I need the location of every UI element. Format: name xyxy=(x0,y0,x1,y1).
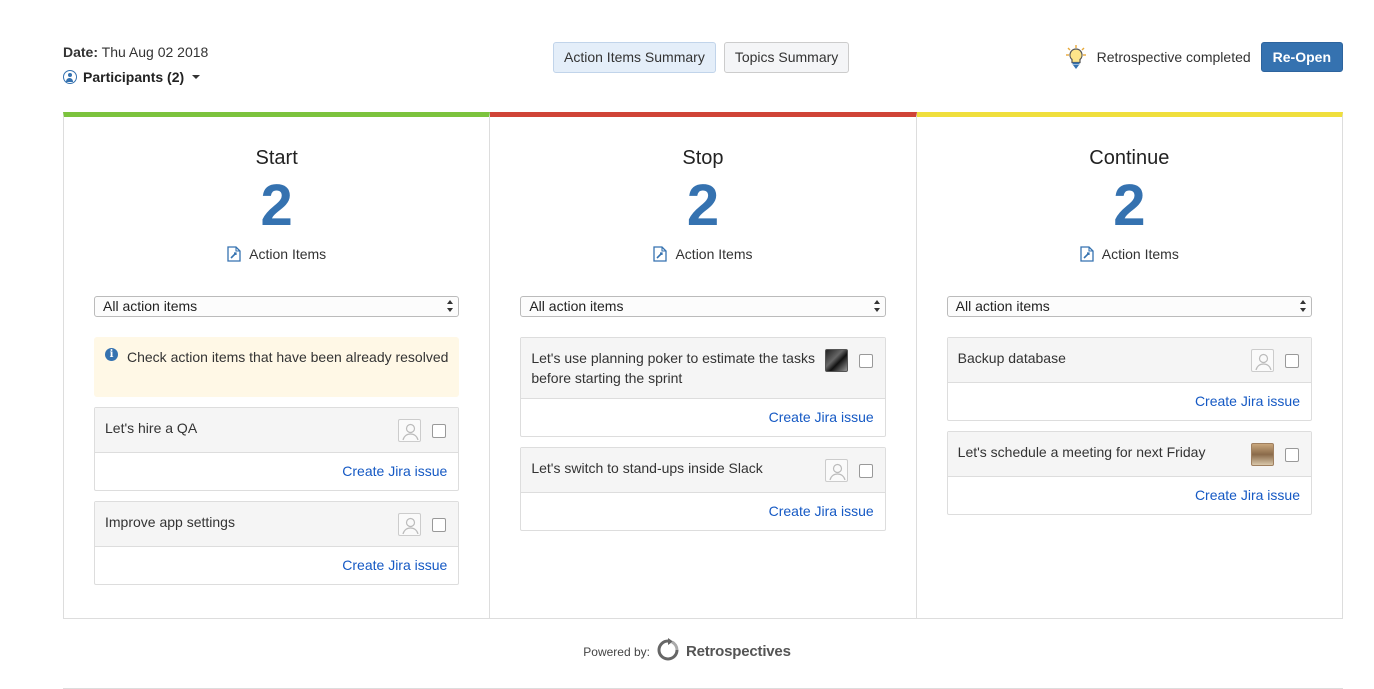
date-value: Thu Aug 02 2018 xyxy=(101,44,209,60)
resolved-checkbox[interactable] xyxy=(432,518,447,532)
participants-label: Participants (2) xyxy=(83,69,185,85)
action-item-text: Let's switch to stand-ups inside Slack xyxy=(531,460,763,476)
create-jira-issue-link[interactable]: Create Jira issue xyxy=(1195,487,1300,503)
chevron-down-icon xyxy=(192,75,201,79)
action-items-filter-select[interactable]: All action items xyxy=(94,296,460,317)
powered-by-label: Powered by: xyxy=(583,644,650,659)
retro-status: Retrospective completed Re-Open xyxy=(1065,42,1343,72)
action-item-footer: Create Jira issue xyxy=(95,453,458,490)
info-message-text: Check action items that have been alread… xyxy=(127,349,449,365)
action-items-filter-select[interactable]: All action items xyxy=(520,296,886,317)
status-text: Retrospective completed xyxy=(1096,49,1251,65)
assignee-avatar[interactable] xyxy=(1250,443,1274,466)
action-item-card: Let's use planning poker to estimate the… xyxy=(520,337,886,437)
action-item-card: Let's schedule a meeting for next Friday… xyxy=(946,431,1312,515)
column-subtitle: Action Items xyxy=(917,246,1342,262)
action-item-footer: Create Jira issue xyxy=(95,547,458,584)
action-item-header: Let's schedule a meeting for next Friday xyxy=(947,432,1311,477)
action-items-list: i Check action items that have been alre… xyxy=(94,337,460,595)
filter-selected-value: All action items xyxy=(955,298,1050,314)
select-arrows-icon xyxy=(447,300,454,312)
column-title: Continue xyxy=(1089,147,1170,169)
action-item-card: Let's switch to stand-ups inside Slack C… xyxy=(520,447,886,531)
footer: Powered by: Retrospectives xyxy=(0,638,1374,665)
topics-summary-button[interactable]: Topics Summary xyxy=(723,42,850,73)
action-item-text: Backup database xyxy=(957,350,1066,366)
select-arrows-icon xyxy=(873,300,880,312)
create-jira-issue-link[interactable]: Create Jira issue xyxy=(342,557,447,573)
column-subtitle-label: Action Items xyxy=(249,246,327,262)
assignee-avatar[interactable] xyxy=(824,349,848,372)
user-circle-icon xyxy=(63,70,77,84)
column-start: Start 2 Action Items All action items i … xyxy=(63,112,491,619)
column-title: Start xyxy=(255,147,298,169)
unassigned-avatar-icon[interactable] xyxy=(398,419,422,442)
action-items-filter-select[interactable]: All action items xyxy=(946,296,1312,317)
lightbulb-icon xyxy=(1065,44,1087,70)
action-item-card: Backup database Create Jira issue xyxy=(946,337,1312,421)
select-arrows-icon xyxy=(1299,300,1306,312)
resolved-checkbox[interactable] xyxy=(858,354,873,368)
unassigned-avatar-icon[interactable] xyxy=(398,513,422,536)
brand-name[interactable]: Retrospectives xyxy=(686,643,791,660)
column-stop: Stop 2 Action Items All action items Let… xyxy=(490,112,917,619)
filter-selected-value: All action items xyxy=(103,298,198,314)
action-item-footer: Create Jira issue xyxy=(948,477,1311,514)
header: Date: Thu Aug 02 2018 Participants (2) A… xyxy=(63,42,1343,92)
column-subtitle-label: Action Items xyxy=(675,246,753,262)
resolved-checkbox[interactable] xyxy=(432,424,447,438)
action-item-card: Improve app settings Create Jira issue xyxy=(94,501,460,585)
resolved-checkbox[interactable] xyxy=(1284,448,1299,462)
action-items-list: Let's use planning poker to estimate the… xyxy=(520,337,886,541)
action-item-header: Let's switch to stand-ups inside Slack xyxy=(521,448,885,493)
retro-board: Start 2 Action Items All action items i … xyxy=(63,112,1343,619)
column-continue: Continue 2 Action Items All action items… xyxy=(916,112,1343,619)
action-item-text: Let's use planning poker to estimate the… xyxy=(531,350,815,386)
document-icon xyxy=(1080,246,1094,262)
action-item-footer: Create Jira issue xyxy=(521,493,884,530)
resolved-checkbox[interactable] xyxy=(1284,354,1299,368)
create-jira-issue-link[interactable]: Create Jira issue xyxy=(769,503,874,519)
action-item-header: Backup database xyxy=(947,338,1311,383)
action-item-text: Let's hire a QA xyxy=(105,420,198,436)
action-item-count: 2 xyxy=(1113,173,1146,238)
reopen-button[interactable]: Re-Open xyxy=(1260,42,1343,72)
action-item-text: Improve app settings xyxy=(105,514,235,530)
action-items-list: Backup database Create Jira issue Let's … xyxy=(946,337,1312,525)
action-item-header: Let's use planning poker to estimate the… xyxy=(521,338,885,399)
action-item-count: 2 xyxy=(260,173,293,238)
column-subtitle: Action Items xyxy=(490,246,915,262)
summary-buttons: Action Items Summary Topics Summary xyxy=(553,42,850,73)
unassigned-avatar-icon[interactable] xyxy=(1250,349,1274,372)
document-icon xyxy=(227,246,241,262)
unassigned-avatar-icon[interactable] xyxy=(824,459,848,482)
info-icon: i xyxy=(105,348,118,361)
info-message: i Check action items that have been alre… xyxy=(94,337,460,397)
document-icon xyxy=(653,246,668,262)
participants-dropdown[interactable]: Participants (2) xyxy=(63,69,201,85)
resolved-checkbox[interactable] xyxy=(858,464,873,478)
column-title: Stop xyxy=(682,147,724,169)
action-items-summary-button[interactable]: Action Items Summary xyxy=(553,42,716,73)
filter-selected-value: All action items xyxy=(529,298,624,314)
retrospectives-logo-icon xyxy=(655,638,681,665)
create-jira-issue-link[interactable]: Create Jira issue xyxy=(769,409,874,425)
column-subtitle-label: Action Items xyxy=(1101,246,1179,262)
action-item-count: 2 xyxy=(686,173,720,238)
action-item-footer: Create Jira issue xyxy=(948,383,1311,420)
action-item-card: Let's hire a QA Create Jira issue xyxy=(94,407,460,491)
action-item-header: Let's hire a QA xyxy=(95,408,459,453)
retro-date: Date: Thu Aug 02 2018 xyxy=(63,44,208,60)
create-jira-issue-link[interactable]: Create Jira issue xyxy=(342,463,447,479)
column-subtitle: Action Items xyxy=(64,246,489,262)
action-item-text: Let's schedule a meeting for next Friday xyxy=(957,444,1206,460)
date-label: Date: xyxy=(63,44,99,60)
action-item-footer: Create Jira issue xyxy=(521,399,884,436)
create-jira-issue-link[interactable]: Create Jira issue xyxy=(1195,393,1300,409)
action-item-header: Improve app settings xyxy=(95,502,459,547)
